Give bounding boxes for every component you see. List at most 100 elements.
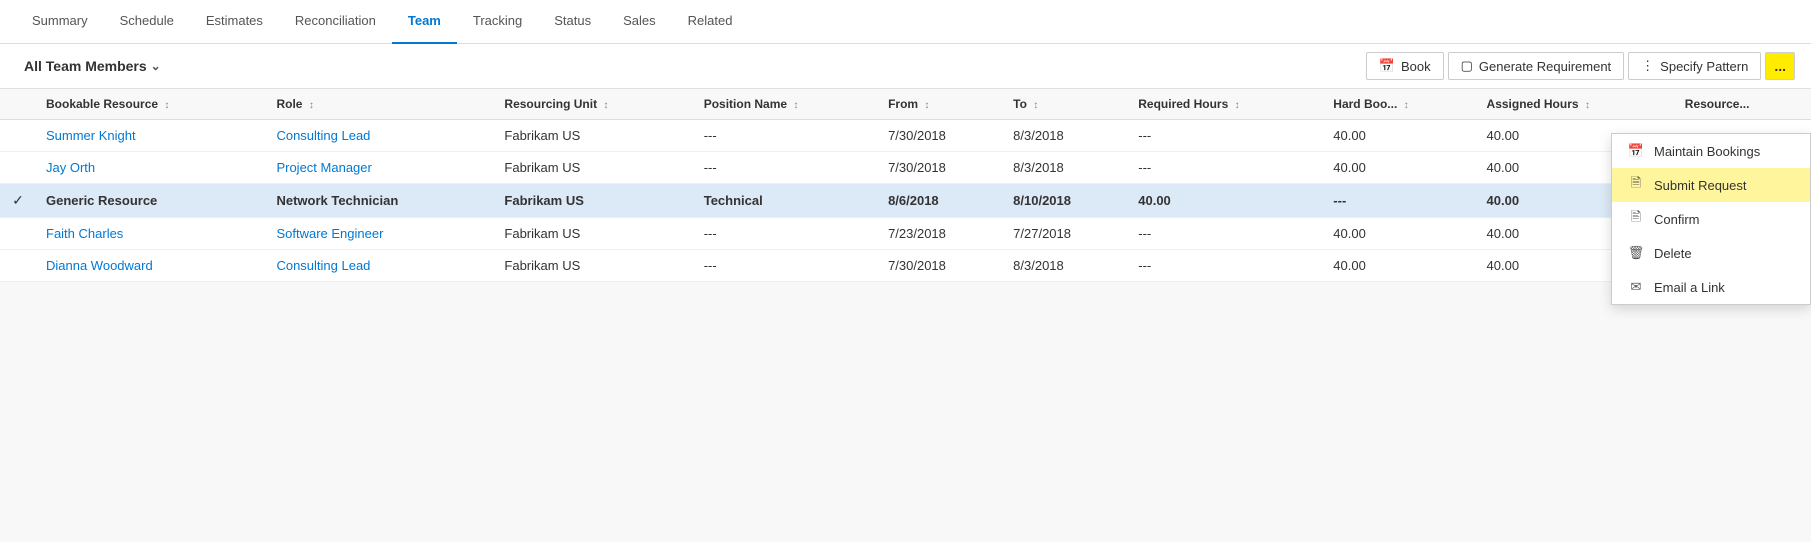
menu-email-link[interactable]: ✉ Email a Link — [1612, 270, 1810, 304]
sort-icon: ↕ — [1585, 100, 1590, 111]
col-hard[interactable]: Hard Boo... ↕ — [1323, 89, 1476, 120]
row-position: --- — [694, 218, 878, 250]
row-from: 7/30/2018 — [878, 250, 1003, 282]
col-resourcevar: Resource... — [1675, 89, 1811, 120]
menu-confirm-label: Confirm — [1654, 212, 1700, 227]
menu-delete[interactable]: 🗑 Delete — [1612, 236, 1810, 270]
table-body: Summer Knight Consulting Lead Fabrikam U… — [0, 120, 1811, 282]
sort-icon: ↕ — [164, 100, 169, 111]
col-assigned[interactable]: Assigned Hours ↕ — [1477, 89, 1675, 120]
filter-label: All Team Members — [24, 58, 147, 74]
row-from: 7/30/2018 — [878, 152, 1003, 184]
col-from[interactable]: From ↕ — [878, 89, 1003, 120]
row-unit: Fabrikam US — [494, 152, 693, 184]
table-row[interactable]: ✓ Generic Resource Network Technician Fa… — [0, 184, 1811, 218]
tab-sales[interactable]: Sales — [607, 0, 672, 44]
row-check — [0, 218, 36, 250]
tab-reconciliation[interactable]: Reconciliation — [279, 0, 392, 44]
row-unit: Fabrikam US — [494, 184, 693, 218]
col-to[interactable]: To ↕ — [1003, 89, 1128, 120]
row-hard: --- — [1323, 184, 1476, 218]
document-check-icon: 🖹 — [1628, 211, 1644, 227]
row-resource[interactable]: Generic Resource — [36, 184, 266, 218]
toolbar: All Team Members ⌄ 📅 Book ▢ Generate Req… — [0, 44, 1811, 89]
row-position: Technical — [694, 184, 878, 218]
menu-submit-request[interactable]: 🗎 Submit Request — [1612, 168, 1810, 202]
tab-estimates[interactable]: Estimates — [190, 0, 279, 44]
team-table: Bookable Resource ↕ Role ↕ Resourcing Un… — [0, 89, 1811, 282]
table-header-row: Bookable Resource ↕ Role ↕ Resourcing Un… — [0, 89, 1811, 120]
calendar-icon: 📅 — [1628, 143, 1644, 159]
tab-status[interactable]: Status — [538, 0, 607, 44]
row-role[interactable]: Consulting Lead — [266, 120, 494, 152]
generate-icon: ▢ — [1461, 58, 1473, 74]
row-position: --- — [694, 250, 878, 282]
chevron-down-icon: ⌄ — [151, 59, 161, 73]
tab-summary[interactable]: Summary — [16, 0, 104, 44]
menu-delete-label: Delete — [1654, 246, 1692, 261]
row-unit: Fabrikam US — [494, 218, 693, 250]
menu-maintain-bookings[interactable]: 📅 Maintain Bookings — [1612, 134, 1810, 168]
table-row[interactable]: Jay Orth Project Manager Fabrikam US ---… — [0, 152, 1811, 184]
row-required: --- — [1128, 120, 1323, 152]
generate-requirement-button[interactable]: ▢ Generate Requirement — [1448, 52, 1625, 80]
row-required: --- — [1128, 250, 1323, 282]
row-resource[interactable]: Jay Orth — [36, 152, 266, 184]
col-role[interactable]: Role ↕ — [266, 89, 494, 120]
row-resource[interactable]: Faith Charles — [36, 218, 266, 250]
col-position[interactable]: Position Name ↕ — [694, 89, 878, 120]
row-unit: Fabrikam US — [494, 120, 693, 152]
sort-icon: ↕ — [603, 100, 608, 111]
row-to: 7/27/2018 — [1003, 218, 1128, 250]
book-button[interactable]: 📅 Book — [1366, 52, 1444, 80]
row-position: --- — [694, 152, 878, 184]
trash-icon: 🗑 — [1628, 245, 1644, 261]
calendar-icon: 📅 — [1379, 58, 1395, 74]
col-resource[interactable]: Bookable Resource ↕ — [36, 89, 266, 120]
row-role[interactable]: Network Technician — [266, 184, 494, 218]
row-resource[interactable]: Summer Knight — [36, 120, 266, 152]
sort-icon: ↕ — [309, 100, 314, 111]
row-role[interactable]: Project Manager — [266, 152, 494, 184]
table-section: 📅 Maintain Bookings 🗎 Submit Request 🖹 C… — [0, 89, 1811, 282]
row-role[interactable]: Software Engineer — [266, 218, 494, 250]
context-menu: 📅 Maintain Bookings 🗎 Submit Request 🖹 C… — [1611, 133, 1811, 305]
menu-confirm[interactable]: 🖹 Confirm — [1612, 202, 1810, 236]
tab-related[interactable]: Related — [672, 0, 749, 44]
more-button[interactable]: ... — [1765, 52, 1795, 80]
specify-label: Specify Pattern — [1660, 59, 1748, 74]
row-to: 8/10/2018 — [1003, 184, 1128, 218]
col-check — [0, 89, 36, 120]
table-row[interactable]: Dianna Woodward Consulting Lead Fabrikam… — [0, 250, 1811, 282]
row-position: --- — [694, 120, 878, 152]
toolbar-actions: 📅 Book ▢ Generate Requirement ⋮ Specify … — [1366, 52, 1795, 80]
row-from: 7/30/2018 — [878, 120, 1003, 152]
tab-team[interactable]: Team — [392, 0, 457, 44]
sort-icon: ↕ — [924, 100, 929, 111]
row-check: ✓ — [0, 184, 36, 218]
row-role[interactable]: Consulting Lead — [266, 250, 494, 282]
sort-icon: ↕ — [1033, 100, 1038, 111]
tab-tracking[interactable]: Tracking — [457, 0, 538, 44]
team-table-container: Bookable Resource ↕ Role ↕ Resourcing Un… — [0, 89, 1811, 282]
col-unit[interactable]: Resourcing Unit ↕ — [494, 89, 693, 120]
table-row[interactable]: Summer Knight Consulting Lead Fabrikam U… — [0, 120, 1811, 152]
row-to: 8/3/2018 — [1003, 250, 1128, 282]
filter-button[interactable]: All Team Members ⌄ — [16, 54, 169, 78]
row-hard: 40.00 — [1323, 250, 1476, 282]
col-required[interactable]: Required Hours ↕ — [1128, 89, 1323, 120]
row-to: 8/3/2018 — [1003, 120, 1128, 152]
document-icon: 🗎 — [1628, 177, 1644, 193]
row-required: --- — [1128, 218, 1323, 250]
book-label: Book — [1401, 59, 1431, 74]
row-required: 40.00 — [1128, 184, 1323, 218]
table-row[interactable]: Faith Charles Software Engineer Fabrikam… — [0, 218, 1811, 250]
menu-submit-request-label: Submit Request — [1654, 178, 1747, 193]
nav-tabs: Summary Schedule Estimates Reconciliatio… — [0, 0, 1811, 44]
tab-schedule[interactable]: Schedule — [104, 0, 190, 44]
specify-pattern-button[interactable]: ⋮ Specify Pattern — [1628, 52, 1761, 80]
row-check — [0, 250, 36, 282]
sort-icon: ↕ — [1404, 100, 1409, 111]
row-resource[interactable]: Dianna Woodward — [36, 250, 266, 282]
row-from: 8/6/2018 — [878, 184, 1003, 218]
